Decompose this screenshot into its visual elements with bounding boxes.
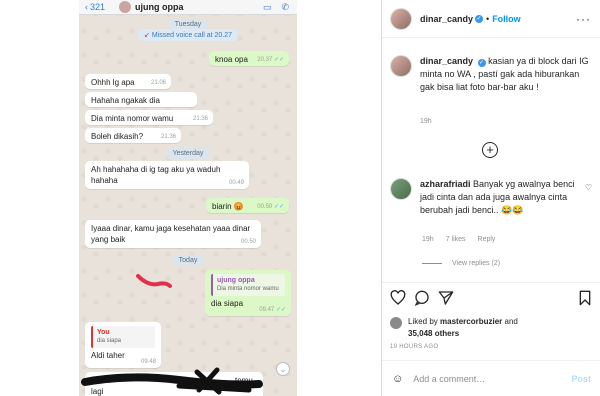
message-text: Iyaaa dinar, kamu jaga kesehatan yaaa di… <box>91 224 251 244</box>
caption-timestamp[interactable]: 19h <box>420 118 432 125</box>
phone-icon[interactable]: ✆ <box>281 2 289 13</box>
chevron-left-icon: ‹ <box>85 2 88 12</box>
liked-and: and <box>504 317 518 326</box>
reply-bubble[interactable]: ujung oppa Dia minta nomor wamu dia siap… <box>205 270 291 316</box>
post-header: dinar_candy ✓ • Follow ··· <box>382 0 600 38</box>
message-bubble[interactable]: Iyaaa dinar, kamu jaga kesehatan yaaa di… <box>85 220 261 248</box>
message-time: 00.49 <box>228 179 244 186</box>
video-call-icon[interactable]: ▭ <box>263 2 272 13</box>
message-time: 00.50 <box>257 203 273 210</box>
add-comment-bar: ☺ Post <box>382 360 600 396</box>
message-time: 21.06 <box>150 79 166 86</box>
chat-header: ‹ 321 ujung oppa ▭ ✆ <box>79 0 297 15</box>
instagram-panel: dinar_candy ✓ • Follow ··· dinar_candy ✓… <box>381 0 600 396</box>
message-bubble[interactable]: biarin 😡 00.50 ✓✓ <box>206 198 289 213</box>
likes-count[interactable]: 35,048 others <box>408 329 459 338</box>
follow-button[interactable]: Follow <box>492 14 521 24</box>
author-username[interactable]: dinar_candy <box>420 14 473 24</box>
message-text: knoa opa <box>215 55 248 64</box>
message-time: 00.50 <box>240 238 256 245</box>
comment-timestamp[interactable]: 19h <box>422 236 434 243</box>
quoted-message[interactable]: You dia siapa <box>91 326 155 348</box>
emoji-icon[interactable]: ☺ <box>392 373 403 385</box>
caption-avatar[interactable] <box>390 55 412 77</box>
message-bubble[interactable]: Ah hahahaha di ig tag aku ya waduh hahah… <box>85 161 249 189</box>
message-time: 21.36 <box>192 115 208 122</box>
black-scribble-redaction <box>81 367 263 395</box>
message-time: 21.36 <box>160 133 176 140</box>
message-bubble[interactable]: Dia minta nomor wamu 21.36 <box>85 110 213 125</box>
more-options-icon[interactable]: ··· <box>576 12 591 26</box>
message-text: Hahaha ngakak dia <box>91 96 160 105</box>
missed-call-notice[interactable]: ↙ Missed voice call at 20.27 <box>137 29 239 41</box>
message-text: Ohhh lg apa <box>91 78 135 87</box>
post-button[interactable]: Post <box>571 374 591 384</box>
reply-bubble[interactable]: You dia siapa Aldi taher 09.48 <box>85 322 161 368</box>
message-text: dia siapa <box>211 298 244 308</box>
author-avatar[interactable] <box>390 7 412 30</box>
quoted-message[interactable]: ujung oppa Dia minta nomor wamu <box>211 274 285 296</box>
screenshot-frame: ‹ 321 ujung oppa ▭ ✆ Tuesday ↙ Missed voi… <box>0 0 600 396</box>
quote-text: Dia minta nomor wamu <box>217 286 279 293</box>
message-text: Ah hahahaha di ig tag aku ya waduh hahah… <box>91 165 221 185</box>
day-separator-yesterday: Yesterday <box>166 148 210 159</box>
comment-input[interactable] <box>413 373 554 384</box>
quote-text: dia siapa <box>97 338 122 345</box>
liked-by-user[interactable]: mastercorbuzier <box>440 317 502 326</box>
quote-author: You <box>97 329 110 336</box>
message-text: biarin 😡 <box>212 202 244 211</box>
liked-by: Liked by mastercorbuzier and 35,048 othe… <box>390 316 518 339</box>
verified-badge-icon: ✓ <box>475 14 484 23</box>
liker-avatar[interactable] <box>390 317 402 329</box>
verified-badge-icon: ✓ <box>477 59 486 67</box>
share-icon[interactable] <box>438 290 454 306</box>
red-scribble <box>136 274 172 288</box>
bookmark-icon[interactable] <box>577 290 593 306</box>
commenter-username[interactable]: azharafriadi <box>420 179 471 189</box>
message-text: Dia minta nomor wamu <box>91 114 174 123</box>
post-timestamp[interactable]: 19 HOURS AGO <box>390 344 438 350</box>
back-count: 321 <box>90 2 106 12</box>
comment-like-icon[interactable]: ♡ <box>585 183 592 192</box>
read-ticks-icon: ✓✓ <box>273 203 284 210</box>
read-ticks-icon: ✓✓ <box>273 56 284 63</box>
message-time: 09.47 <box>259 306 275 313</box>
missed-call-text: Missed voice call at 20.27 <box>151 32 233 39</box>
divider-line <box>422 263 442 264</box>
message-bubble[interactable]: Ohhh lg apa 21.06 <box>85 74 171 89</box>
comment-likes[interactable]: 7 likes <box>446 236 466 243</box>
quote-author: ujung oppa <box>217 277 255 284</box>
comment-meta: 19h 7 likes Reply <box>422 236 495 243</box>
contact-name[interactable]: ujung oppa <box>135 2 184 12</box>
post-actions <box>382 282 600 312</box>
missed-call-icon: ↙ <box>143 32 150 39</box>
chevron-down-icon: ⌄ <box>279 364 287 374</box>
message-time: 20.37 <box>257 56 273 63</box>
reply-button[interactable]: Reply <box>478 236 496 243</box>
comment-item: azharafriadi Banyak yg awalnya benci jad… <box>390 178 595 217</box>
day-separator-today: Today <box>172 255 204 266</box>
message-bubble[interactable]: knoa opa 20.37 ✓✓ <box>209 51 289 66</box>
back-button[interactable]: ‹ 321 <box>85 2 105 12</box>
view-replies-label: View replies (2) <box>452 260 501 267</box>
message-text: Aldi taher <box>91 350 125 360</box>
view-replies-button[interactable]: View replies (2) <box>422 260 500 267</box>
message-bubble[interactable]: Boleh dikasih? 21.36 <box>85 128 181 143</box>
heart-icon[interactable] <box>390 289 406 306</box>
message-text: Boleh dikasih? <box>91 132 144 141</box>
scroll-down-button[interactable]: ⌄ <box>276 362 290 376</box>
contact-avatar[interactable] <box>119 1 132 13</box>
read-ticks-icon: ✓✓ <box>275 306 286 313</box>
liked-by-prefix: Liked by <box>408 317 438 326</box>
comment-icon[interactable] <box>414 290 430 306</box>
post-caption: dinar_candy ✓ kasian ya di block dari IG… <box>390 55 595 94</box>
separator-dot: • <box>486 13 490 24</box>
message-bubble[interactable]: Hahaha ngakak dia <box>85 92 197 107</box>
chat-screenshot: ‹ 321 ujung oppa ▭ ✆ Tuesday ↙ Missed voi… <box>79 0 297 396</box>
caption-username[interactable]: dinar_candy <box>420 56 473 66</box>
load-more-comments-icon[interactable]: + <box>482 142 498 158</box>
commenter-avatar[interactable] <box>390 178 412 200</box>
